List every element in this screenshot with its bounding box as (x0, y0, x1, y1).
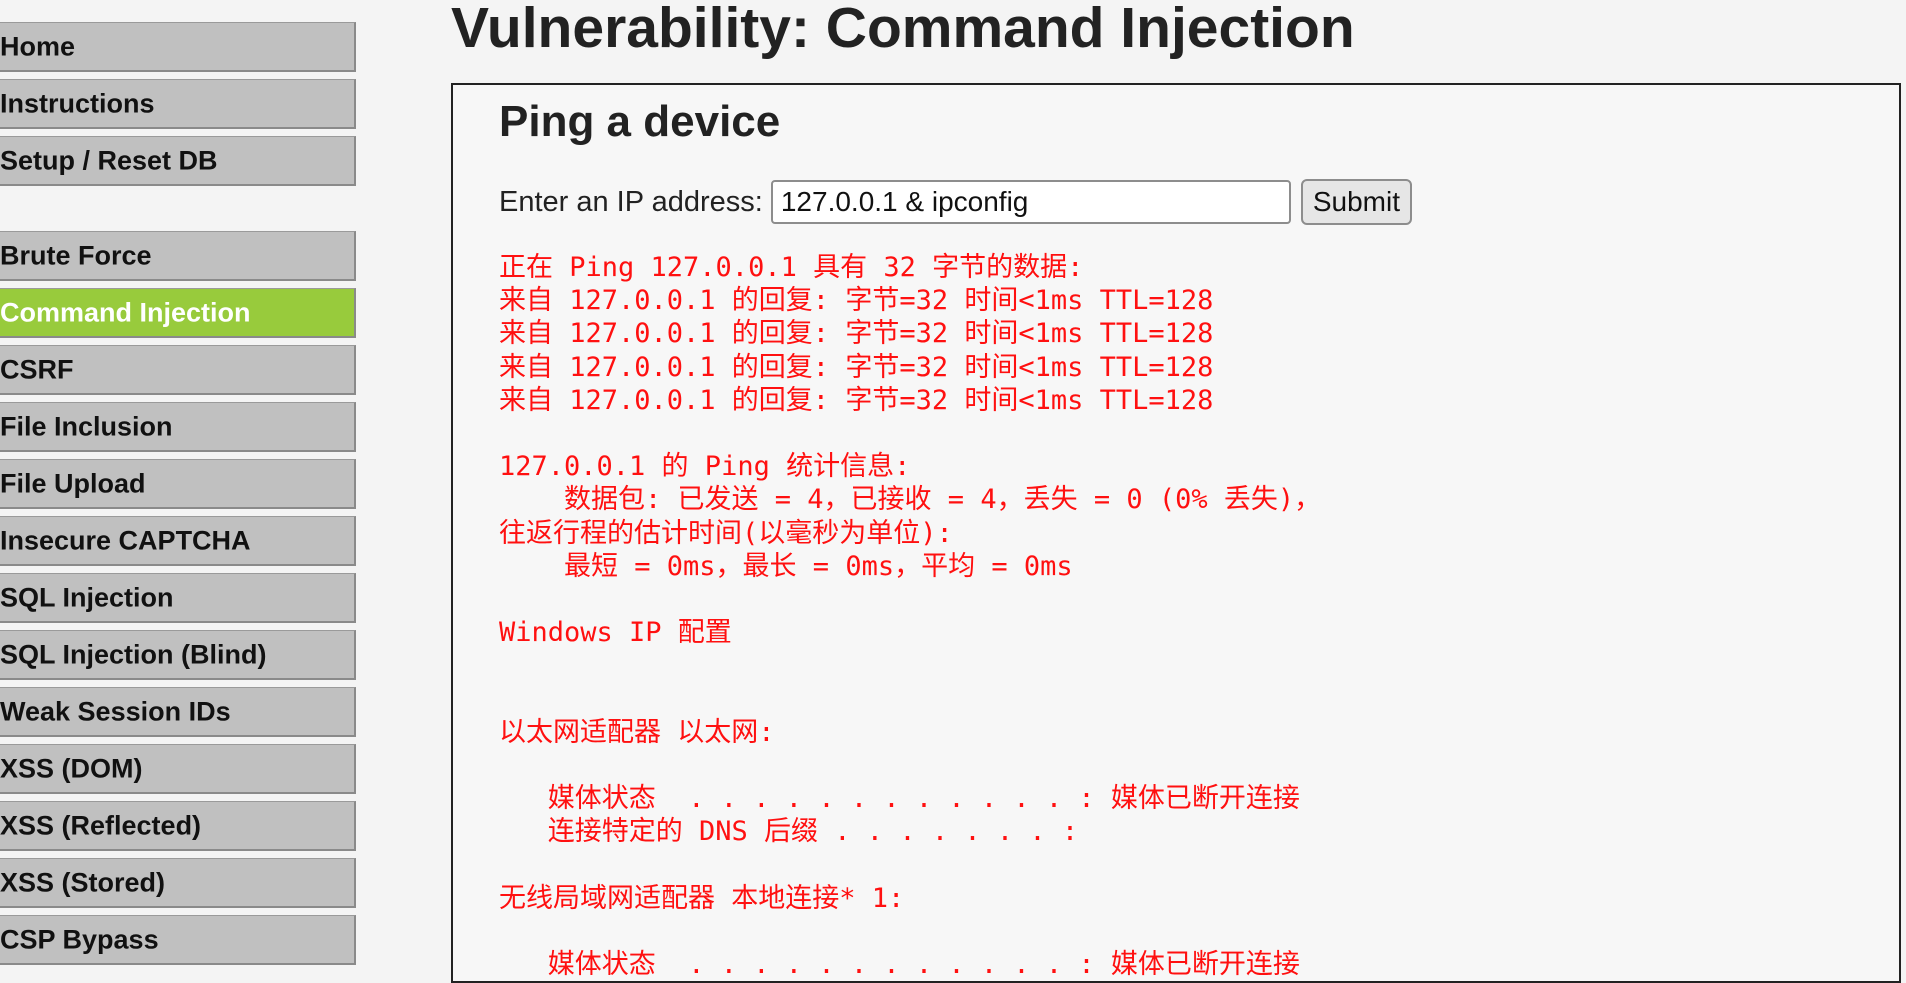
sidebar-menu: Home Instructions Setup / Reset DB Brute… (0, 0, 358, 972)
output-line: Windows IP 配置 (499, 617, 732, 649)
menu-item-file-inclusion[interactable]: File Inclusion (0, 402, 356, 452)
output-line: 来自 127.0.0.1 的回复: 字节=32 时间<1ms TTL=128 (499, 285, 1214, 317)
output-line: 媒体状态 . . . . . . . . . . . . : 媒体已断开连接 (499, 783, 1300, 815)
menu-item-file-upload[interactable]: File Upload (0, 459, 356, 509)
output-line: 来自 127.0.0.1 的回复: 字节=32 时间<1ms TTL=128 (499, 351, 1214, 383)
output-line: 无线局域网适配器 本地连接* 1: (499, 882, 905, 914)
output-line: 往返行程的估计时间(以毫秒为单位): (499, 517, 953, 549)
menu-item-sql-injection-blind[interactable]: SQL Injection (Blind) (0, 630, 356, 680)
menu-group-general: Home Instructions Setup / Reset DB (0, 22, 358, 186)
output-line: 正在 Ping 127.0.0.1 具有 32 字节的数据: (499, 252, 1084, 283)
ip-address-input[interactable] (770, 180, 1291, 224)
menu-group-vulnerabilities: Brute Force Command Injection CSRF File … (0, 231, 358, 965)
menu-item-csrf[interactable]: CSRF (0, 345, 356, 395)
menu-item-brute-force[interactable]: Brute Force (0, 231, 356, 281)
submit-button[interactable]: Submit (1300, 179, 1413, 225)
menu-item-xss-stored[interactable]: XSS (Stored) (0, 858, 356, 908)
menu-item-setup-reset-db[interactable]: Setup / Reset DB (0, 136, 356, 186)
output-line: 数据包: 已发送 = 4，已接收 = 4，丢失 = 0 (0% 丢失)， (499, 484, 1322, 516)
menu-item-command-injection[interactable]: Command Injection (0, 288, 356, 338)
menu-item-instructions[interactable]: Instructions (0, 79, 356, 129)
menu-item-home[interactable]: Home (0, 22, 356, 72)
command-output: 正在 Ping 127.0.0.1 具有 32 字节的数据: 来自 127.0.0… (499, 251, 1321, 981)
ping-form: Enter an IP address: Submit (499, 179, 1413, 225)
output-line: 媒体状态 . . . . . . . . . . . . : 媒体已断开连接 (499, 949, 1300, 981)
menu-group-gap (0, 193, 358, 231)
menu-item-csp-bypass[interactable]: CSP Bypass (0, 915, 356, 965)
menu-item-xss-reflected[interactable]: XSS (Reflected) (0, 801, 356, 851)
menu-item-xss-dom[interactable]: XSS (DOM) (0, 744, 356, 794)
ip-label: Enter an IP address: (499, 185, 763, 218)
output-line: 连接特定的 DNS 后缀 . . . . . . . : (499, 816, 1079, 848)
page-title: Vulnerability: Command Injection (451, 0, 1355, 60)
menu-item-sql-injection[interactable]: SQL Injection (0, 573, 356, 623)
output-line: 127.0.0.1 的 Ping 统计信息: (499, 451, 911, 483)
output-line: 来自 127.0.0.1 的回复: 字节=32 时间<1ms TTL=128 (499, 318, 1214, 350)
panel-heading: Ping a device (499, 97, 781, 146)
menu-item-weak-session-ids[interactable]: Weak Session IDs (0, 687, 356, 737)
output-line: 以太网适配器 以太网: (499, 716, 775, 748)
menu-item-insecure-captcha[interactable]: Insecure CAPTCHA (0, 516, 356, 566)
ping-panel: Ping a device Enter an IP address: Submi… (451, 83, 1901, 983)
output-line: 最短 = 0ms，最长 = 0ms，平均 = 0ms (499, 550, 1073, 582)
output-line: 来自 127.0.0.1 的回复: 字节=32 时间<1ms TTL=128 (499, 384, 1214, 416)
